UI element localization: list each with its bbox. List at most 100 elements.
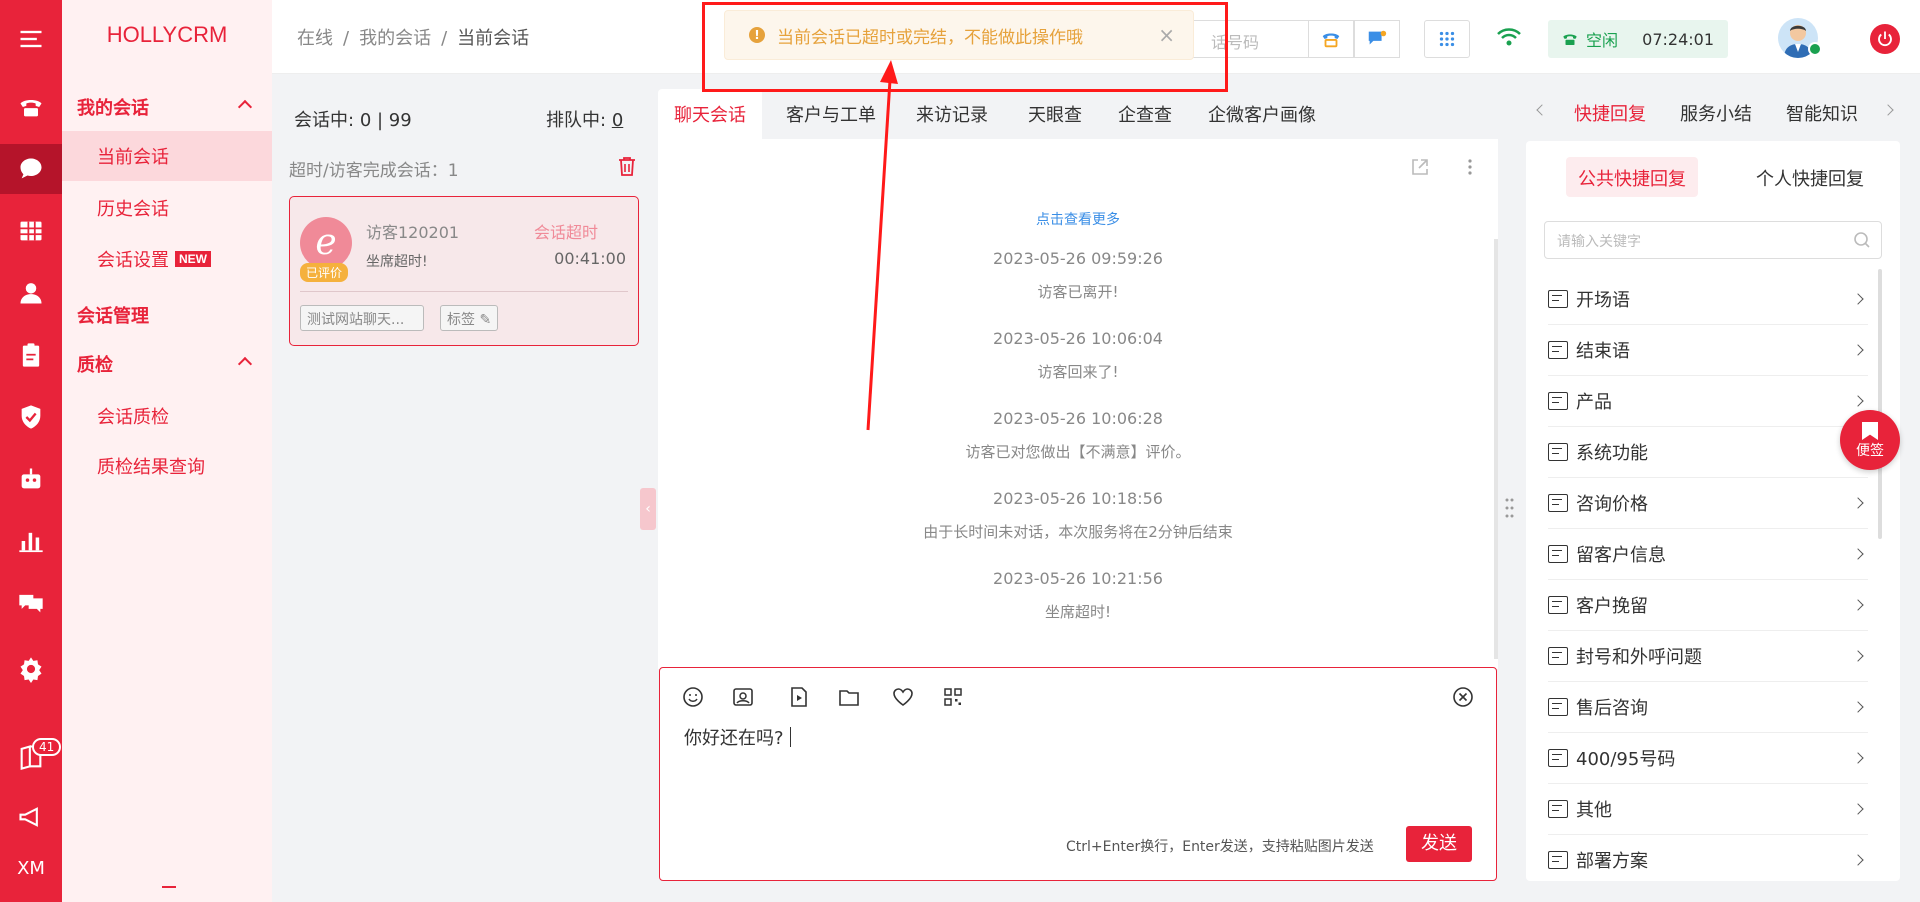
- more-vertical-icon[interactable]: [1460, 157, 1480, 177]
- heart-icon[interactable]: [892, 686, 914, 708]
- chart-icon[interactable]: [0, 516, 62, 566]
- chevron-right-icon[interactable]: [1882, 104, 1894, 116]
- document-icon: [1548, 749, 1568, 767]
- quick-reply-item[interactable]: 开场语: [1548, 274, 1868, 325]
- load-more-link[interactable]: 点击查看更多: [658, 209, 1498, 229]
- message-button[interactable]: [1354, 20, 1400, 58]
- tab-chat[interactable]: 聊天会话: [658, 89, 762, 139]
- quick-reply-item[interactable]: 封号和外呼问题: [1548, 631, 1868, 682]
- tab-smart-knowledge[interactable]: 智能知识: [1786, 100, 1858, 126]
- apps-button[interactable]: [1424, 20, 1470, 58]
- megaphone-icon[interactable]: [0, 792, 62, 842]
- tab-quick-reply[interactable]: 快捷回复: [1574, 100, 1646, 126]
- quick-reply-item[interactable]: 客户挽留: [1548, 580, 1868, 631]
- nav-group-session-management[interactable]: 会话管理: [77, 302, 149, 328]
- keyword-search-input[interactable]: 请输入关键字: [1544, 221, 1882, 259]
- trash-icon[interactable]: [618, 156, 636, 176]
- chevron-right-icon: [1852, 752, 1864, 764]
- sticky-note-button[interactable]: 便签: [1840, 410, 1900, 470]
- tab-wecom-profile[interactable]: 企微客户画像: [1192, 89, 1332, 139]
- nav-group-quality[interactable]: 质检: [77, 351, 113, 377]
- emoji-icon[interactable]: [682, 686, 704, 708]
- new-badge: NEW: [175, 251, 211, 267]
- book-icon[interactable]: 41: [0, 732, 62, 782]
- queue-count[interactable]: 排队中: 0: [546, 106, 623, 132]
- shield-icon[interactable]: [0, 392, 62, 442]
- logout-button[interactable]: [1870, 24, 1900, 54]
- chevron-up-icon[interactable]: [237, 356, 253, 372]
- quick-reply-item[interactable]: 咨询价格: [1548, 478, 1868, 529]
- image-icon[interactable]: [732, 686, 754, 708]
- quick-reply-item[interactable]: 其他: [1548, 784, 1868, 835]
- tab-service-summary[interactable]: 服务小结: [1680, 100, 1752, 126]
- chevron-left-icon[interactable]: [1536, 104, 1548, 116]
- settings-icon[interactable]: [0, 644, 62, 694]
- dial-button[interactable]: [1308, 20, 1354, 58]
- quick-reply-item[interactable]: 售后咨询: [1548, 682, 1868, 733]
- chevron-right-icon: [1852, 701, 1864, 713]
- nav-item-session-quality[interactable]: 会话质检: [62, 391, 272, 441]
- apps-grid-icon: [1439, 31, 1455, 47]
- document-icon: [1548, 800, 1568, 818]
- nav-item-current-session[interactable]: 当前会话: [62, 131, 272, 181]
- grid-icon[interactable]: [0, 206, 62, 256]
- search-icon[interactable]: [1853, 231, 1871, 249]
- tab-visit-record[interactable]: 来访记录: [900, 89, 1004, 139]
- edit-icon: ✎: [479, 312, 492, 328]
- nav-item-quality-results[interactable]: 质检结果查询: [62, 441, 272, 491]
- agent-status[interactable]: 空闲 07:24:01: [1548, 20, 1728, 58]
- folder-icon[interactable]: [838, 686, 860, 708]
- document-icon: [1548, 596, 1568, 614]
- document-icon: [1548, 443, 1568, 461]
- chat-icon[interactable]: [0, 144, 62, 194]
- nav-item-label: 当前会话: [97, 147, 169, 168]
- message-icon[interactable]: [0, 578, 62, 628]
- collapse-session-list-button[interactable]: ‹: [640, 488, 656, 530]
- chat-scrollbar[interactable]: [1494, 239, 1498, 659]
- tab-qichacha[interactable]: 企查查: [1102, 89, 1188, 139]
- tab-customer-ticket[interactable]: 客户与工单: [770, 89, 892, 139]
- quick-reply-item[interactable]: 结束语: [1548, 325, 1868, 376]
- last-message: 坐席超时!: [366, 254, 428, 270]
- tag-button[interactable]: 标签 ✎: [440, 305, 499, 331]
- power-icon: [1878, 31, 1892, 47]
- chevron-right-icon: [1852, 344, 1864, 356]
- quick-reply-item[interactable]: 系统功能: [1548, 427, 1868, 478]
- quick-reply-item[interactable]: 产品: [1548, 376, 1868, 427]
- quick-reply-scrollbar[interactable]: [1878, 269, 1882, 539]
- robot-icon[interactable]: [0, 454, 62, 504]
- drag-handle-icon[interactable]: [1504, 496, 1514, 526]
- message-input[interactable]: 你好还在吗?: [684, 724, 791, 750]
- breadcrumb-item[interactable]: 我的会话: [359, 28, 431, 49]
- rated-badge: 已评价: [300, 263, 349, 282]
- phone-icon[interactable]: [0, 82, 62, 132]
- clipboard-icon[interactable]: [0, 330, 62, 380]
- tab-tianyancha[interactable]: 天眼查: [1012, 89, 1098, 139]
- user-icon[interactable]: [0, 268, 62, 318]
- breadcrumb-item[interactable]: 在线: [297, 28, 333, 49]
- close-icon[interactable]: ×: [1158, 23, 1175, 47]
- text-caret: [789, 727, 791, 747]
- nav-item-session-settings[interactable]: 会话设置 NEW: [62, 234, 272, 284]
- qrcode-icon[interactable]: [942, 686, 964, 708]
- tab-public-quick-reply[interactable]: 公共快捷回复: [1566, 157, 1698, 197]
- video-icon[interactable]: [788, 686, 810, 708]
- quick-reply-item[interactable]: 留客户信息: [1548, 529, 1868, 580]
- close-circle-icon[interactable]: [1452, 686, 1474, 708]
- collapse-nav-icon[interactable]: [162, 880, 176, 888]
- share-icon[interactable]: [1410, 157, 1430, 177]
- warning-icon: !: [749, 27, 765, 43]
- icon-rail: 41 XM: [0, 0, 62, 902]
- tab-personal-quick-reply[interactable]: 个人快捷回复: [1744, 157, 1876, 197]
- document-icon: [1548, 290, 1568, 308]
- session-card[interactable]: e 已评价 访客120201 会话超时 坐席超时! 00:41:00 测试网站聊…: [289, 196, 639, 346]
- message-composer: 你好还在吗? Ctrl+Enter换行，Enter发送，支持粘贴图片发送 发送: [659, 667, 1497, 881]
- menu-icon[interactable]: [0, 14, 62, 64]
- chevron-up-icon[interactable]: [237, 99, 253, 115]
- quick-reply-item[interactable]: 400/95号码: [1548, 733, 1868, 784]
- nav-item-history-session[interactable]: 历史会话: [62, 183, 272, 233]
- system-message: 访客已离开!: [1037, 283, 1119, 301]
- nav-group-my-sessions[interactable]: 我的会话: [77, 94, 149, 120]
- quick-reply-item[interactable]: 部署方案: [1548, 835, 1868, 881]
- send-button[interactable]: 发送: [1406, 826, 1472, 862]
